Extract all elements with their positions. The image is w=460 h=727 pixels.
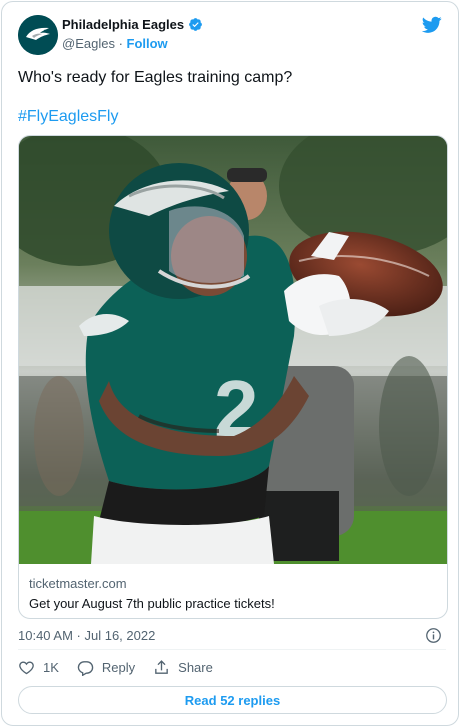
tweet-text: Who's ready for Eagles training camp? xyxy=(18,69,293,86)
author-handle[interactable]: @Eagles xyxy=(62,36,115,51)
like-count: 1K xyxy=(43,660,59,675)
verified-badge-icon xyxy=(189,18,203,31)
link-preview-card[interactable]: 2 ticketmaster.com Get your August 7th p… xyxy=(18,135,448,619)
football-player-photo: 2 xyxy=(19,136,447,564)
handle-separator: · xyxy=(114,36,127,51)
read-replies-button[interactable]: Read 52 replies xyxy=(18,686,447,714)
heart-icon xyxy=(19,661,34,675)
share-label: Share xyxy=(178,660,213,675)
share-icon xyxy=(155,660,168,674)
action-bar: 1K Reply Share xyxy=(18,659,231,676)
like-button[interactable]: 1K xyxy=(18,659,59,676)
twitter-bird-icon[interactable] xyxy=(422,16,442,34)
info-icon[interactable] xyxy=(425,627,442,644)
handle-row: @Eagles · Follow xyxy=(62,36,168,51)
follow-button[interactable]: Follow xyxy=(127,36,168,51)
author-name-row: Philadelphia Eagles xyxy=(62,17,203,32)
eagles-logo-icon xyxy=(18,15,58,55)
reply-icon xyxy=(77,661,94,676)
reply-button[interactable]: Reply xyxy=(77,659,135,676)
link-domain: ticketmaster.com xyxy=(29,576,127,591)
author-name[interactable]: Philadelphia Eagles xyxy=(62,17,184,32)
tweet-timestamp[interactable]: 10:40 AM · Jul 16, 2022 xyxy=(18,628,155,643)
reply-label: Reply xyxy=(101,660,136,675)
divider xyxy=(18,649,446,650)
hashtag-link[interactable]: #FlyEaglesFly xyxy=(18,108,118,126)
link-title[interactable]: Get your August 7th public practice tick… xyxy=(29,596,275,611)
tweet-embed-card: Philadelphia Eagles @Eagles · Follow Who… xyxy=(1,1,459,726)
share-button[interactable]: Share xyxy=(153,659,213,676)
avatar[interactable] xyxy=(18,15,58,55)
